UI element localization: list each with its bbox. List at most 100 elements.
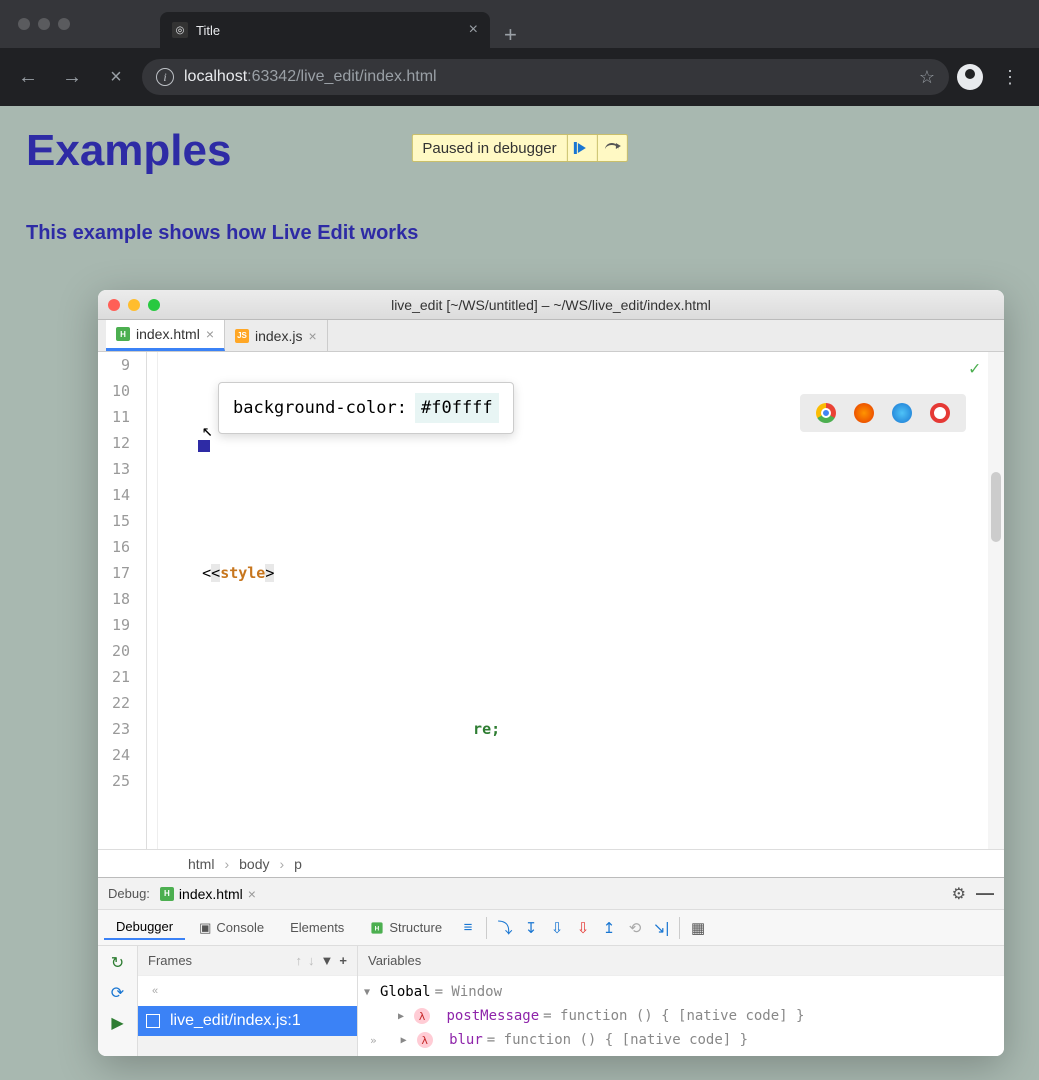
step-over-button[interactable] xyxy=(597,135,627,161)
code-editor[interactable]: ✓ background-color: #f0ffff ↖ <<style> x… xyxy=(158,352,988,849)
frame-label: live_edit/index.js:1 xyxy=(170,1012,301,1030)
favicon-icon: ◎ xyxy=(172,22,188,38)
tab-label: index.html xyxy=(136,326,200,342)
resume-icon xyxy=(578,143,586,153)
close-tab-icon[interactable]: × xyxy=(469,21,478,39)
line-number-gutter: 910111213141516171819202122232425 xyxy=(98,352,136,849)
debugger-paused-overlay: Paused in debugger xyxy=(411,134,627,162)
browser-tab-active[interactable]: ◎ Title × xyxy=(160,12,490,48)
mac-close-icon[interactable] xyxy=(108,299,120,311)
add-icon[interactable]: + xyxy=(339,953,347,968)
ide-titlebar: live_edit [~/WS/untitled] – ~/WS/live_ed… xyxy=(98,290,1004,320)
mac-maximize-icon[interactable] xyxy=(148,299,160,311)
site-info-icon[interactable]: i xyxy=(156,68,174,86)
breadcrumb-item[interactable]: p xyxy=(294,856,302,872)
forward-button[interactable]: → xyxy=(54,59,90,95)
debugger-paused-text: Paused in debugger xyxy=(412,140,566,157)
evaluate-expression-icon[interactable]: ▦ xyxy=(686,916,710,940)
frames-label: Frames xyxy=(148,953,192,968)
variables-label: Variables xyxy=(368,953,421,968)
filter-icon[interactable]: ▼ xyxy=(321,953,334,968)
bookmark-star-icon[interactable]: ☆ xyxy=(919,67,935,88)
browser-toolbar: ← → × i localhost:63342/live_edit/index.… xyxy=(0,48,1039,106)
close-icon[interactable]: × xyxy=(248,886,256,902)
back-button[interactable]: ← xyxy=(10,59,46,95)
breadcrumb-item[interactable]: body xyxy=(239,856,269,872)
debug-tool-window: Debug: H index.html × ⚙ — Debugger ▣Cons… xyxy=(98,877,1004,1056)
smart-step-into-icon[interactable]: ⇩ xyxy=(571,916,595,940)
color-swatch-icon[interactable] xyxy=(198,440,210,452)
debug-side-toolbar: ↻ ⟳ ▶ xyxy=(98,946,138,1056)
variable-row[interactable]: »▶λ blur = function () { [native code] } xyxy=(364,1028,998,1052)
resume-program-icon[interactable]: ▶ xyxy=(107,1012,129,1034)
tab-elements[interactable]: Elements xyxy=(278,916,356,939)
profile-avatar-icon[interactable] xyxy=(957,64,983,90)
page-subheading: This example shows how Live Edit works xyxy=(26,222,1013,245)
page-content: Paused in debugger Examples This example… xyxy=(0,106,1039,265)
settings-gear-icon[interactable]: ⚙ xyxy=(952,884,966,904)
address-bar[interactable]: i localhost:63342/live_edit/index.html ☆ xyxy=(142,59,949,95)
variable-row[interactable]: ▶λ postMessage = function () { [native c… xyxy=(364,1004,998,1028)
open-in-browser-toolbar xyxy=(800,394,966,432)
variables-panel: Variables ▼Global = Window ▶λ postMessag… xyxy=(358,946,1004,1056)
editor-tab-index-js[interactable]: JS index.js × xyxy=(225,320,328,351)
variable-row[interactable]: ▼Global = Window xyxy=(364,980,998,1004)
frame-icon xyxy=(146,1014,160,1028)
breadcrumb-item[interactable]: html xyxy=(188,856,214,872)
url-port: :63342 xyxy=(247,68,296,85)
chrome-icon[interactable] xyxy=(816,403,836,423)
ide-window-title: live_edit [~/WS/untitled] – ~/WS/live_ed… xyxy=(391,297,711,313)
ide-window: live_edit [~/WS/untitled] – ~/WS/live_ed… xyxy=(98,290,1004,1056)
inspection-ok-icon[interactable]: ✓ xyxy=(969,356,980,382)
fold-gutter xyxy=(136,352,158,849)
force-step-into-icon[interactable]: ⇩ xyxy=(545,916,569,940)
step-over-icon[interactable]: ⤵ xyxy=(493,916,517,940)
frame-row[interactable]: live_edit/index.js:1 xyxy=(138,1006,357,1036)
tooltip-label: background-color: xyxy=(233,395,407,421)
next-frame-icon[interactable]: ↓ xyxy=(308,953,315,968)
tab-console[interactable]: ▣Console xyxy=(187,916,276,940)
window-controls xyxy=(18,18,70,30)
tab-strip-bar: ◎ Title × + xyxy=(0,0,1039,48)
step-out-icon[interactable]: ↥ xyxy=(597,916,621,940)
js-file-icon: JS xyxy=(235,329,249,343)
firefox-icon[interactable] xyxy=(854,403,874,423)
prev-frame-icon[interactable]: ↑ xyxy=(296,953,303,968)
html-file-icon: H xyxy=(116,327,130,341)
update-icon[interactable]: ⟳ xyxy=(107,982,129,1004)
safari-icon[interactable] xyxy=(892,403,912,423)
debug-label: Debug: xyxy=(108,886,150,901)
tab-label: index.js xyxy=(255,328,302,344)
stop-reload-button[interactable]: × xyxy=(98,59,134,95)
tab-structure[interactable]: HStructure xyxy=(358,916,454,939)
editor-breadcrumb[interactable]: html› body› p xyxy=(98,849,1004,877)
tab-debugger[interactable]: Debugger xyxy=(104,915,185,940)
frames-panel: Frames ↑ ↓ ▼ + « live_edit/index.js:1 xyxy=(138,946,358,1056)
threads-icon[interactable]: ≡ xyxy=(456,916,480,940)
editor-area[interactable]: 910111213141516171819202122232425 ✓ back… xyxy=(98,352,1004,849)
mac-minimize-icon[interactable] xyxy=(128,299,140,311)
lambda-icon: λ xyxy=(414,1008,430,1024)
step-over-icon xyxy=(605,143,619,153)
hide-panel-icon[interactable]: — xyxy=(976,883,994,904)
html-file-icon: H xyxy=(160,887,174,901)
editor-tab-index-html[interactable]: H index.html × xyxy=(106,320,225,351)
run-to-cursor-icon[interactable]: ↘| xyxy=(649,916,673,940)
close-tab-icon[interactable]: × xyxy=(308,328,316,344)
css-value-tooltip: background-color: #f0ffff xyxy=(218,382,514,434)
tooltip-value: #f0ffff xyxy=(415,393,499,423)
drop-frame-icon[interactable]: ⟲ xyxy=(623,916,647,940)
step-into-icon[interactable]: ↧ xyxy=(519,916,543,940)
debug-toolbar: Debugger ▣Console Elements HStructure ≡ … xyxy=(98,910,1004,946)
browser-menu-icon[interactable]: ⋮ xyxy=(991,67,1029,88)
opera-icon[interactable] xyxy=(930,403,950,423)
resume-button[interactable] xyxy=(567,135,597,161)
url-host: localhost xyxy=(184,68,247,85)
new-tab-button[interactable]: + xyxy=(490,22,531,48)
debug-run-config[interactable]: H index.html × xyxy=(160,886,256,902)
editor-tabs: H index.html × JS index.js × xyxy=(98,320,1004,352)
close-tab-icon[interactable]: × xyxy=(206,326,214,342)
rerun-icon[interactable]: ↻ xyxy=(107,952,129,974)
editor-scrollbar[interactable] xyxy=(988,352,1004,849)
tab-title: Title xyxy=(196,23,220,38)
